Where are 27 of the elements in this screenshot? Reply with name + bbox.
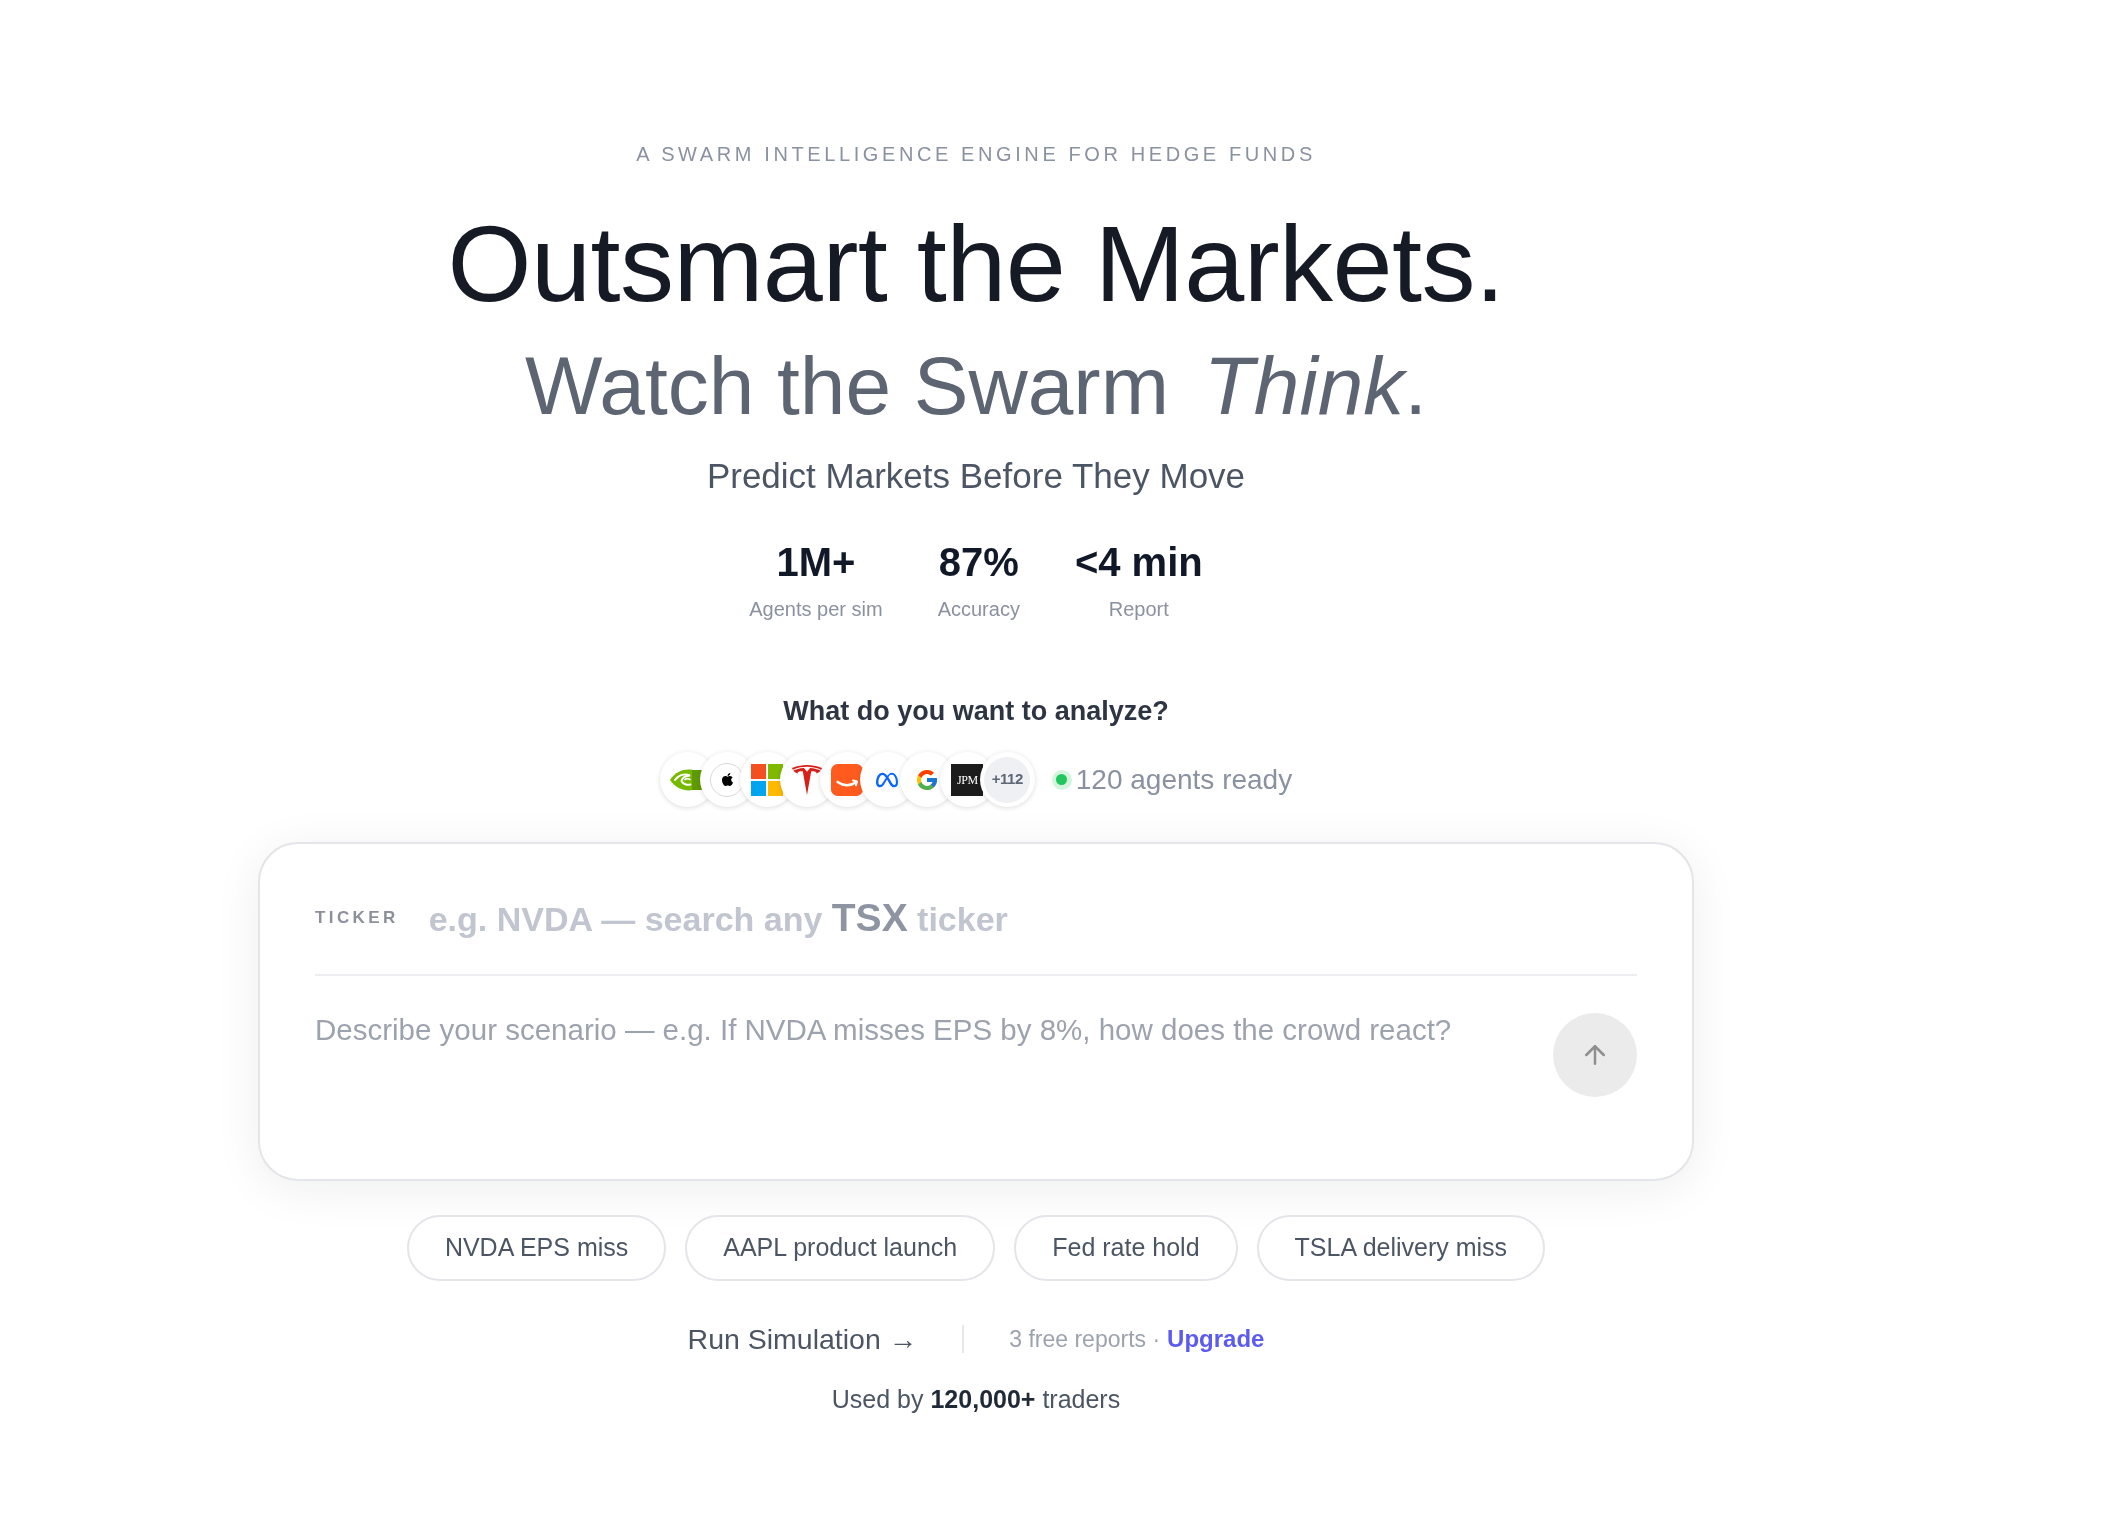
suggestion-chip[interactable]: NVDA EPS miss [406,1215,667,1281]
ticker-label: TICKER [315,908,399,928]
prompt-heading: What do you want to analyze? [783,696,1169,727]
stat-label: Agents per sim [749,597,883,621]
stat-value: 87% [938,542,1019,582]
wordmark-logo: JPM [951,763,984,796]
overflow-count: +112 [984,756,1031,803]
agents-status: 120 agents ready [1075,762,1293,797]
four-squares-icon [751,763,784,796]
suggestion-chip[interactable]: TSLA delivery miss [1256,1215,1546,1281]
suggestion-chip[interactable]: AAPL product launch [685,1215,996,1281]
upgrade-link[interactable]: Upgrade [1167,1325,1265,1353]
quota-text: 3 free reports · [1009,1325,1161,1353]
subheadline: Watch the Swarm Think. [524,345,1428,427]
tagline: Predict Markets Before They Move [706,455,1246,497]
social-proof: Used by 120,000+ traders [831,1385,1121,1414]
stat-label: Accuracy [937,597,1020,621]
t-emblem-icon [792,764,823,795]
headline: Outsmart the Markets. [447,210,1505,318]
eyebrow-text: A SWARM INTELLIGENCE ENGINE FOR HEDGE FUNDS [636,142,1316,166]
scenario-input[interactable]: Describe your scenario — e.g. If NVDA misses EPS by 8%, how does the crowd react? [315,1011,1513,1111]
run-simulation-button[interactable]: Run Simulation → [687,1323,918,1355]
stat-value: <4 min [1074,542,1203,582]
g-emblem-icon [915,767,940,792]
stat-label: Report [1108,597,1169,621]
suggestion-chip[interactable]: Fed rate hold [1014,1215,1238,1281]
stat-value: 1M+ [776,542,856,582]
